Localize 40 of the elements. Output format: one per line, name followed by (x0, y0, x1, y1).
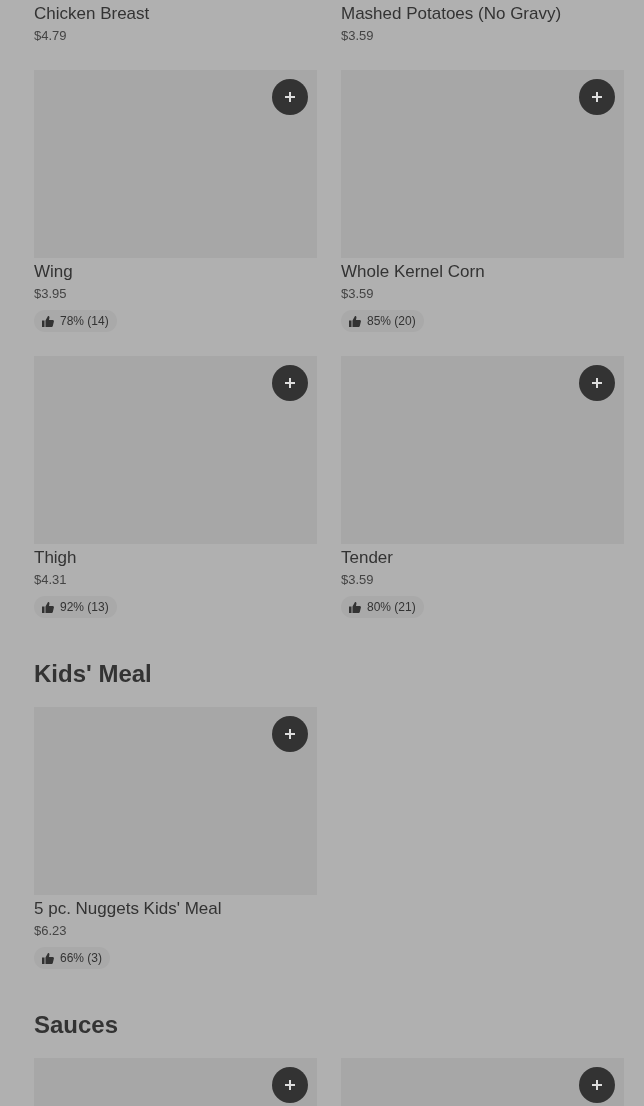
plus-icon (284, 728, 296, 740)
item-price: $4.79 (34, 27, 67, 45)
item-price: $3.59 (341, 571, 374, 589)
thumbs-up-icon (42, 952, 54, 964)
add-button[interactable] (272, 1067, 308, 1103)
item-name: 5 pc. Nuggets Kids' Meal (34, 898, 222, 920)
item-name: Wing (34, 261, 73, 283)
rating-text: 80% (21) (367, 600, 416, 614)
add-button[interactable] (272, 365, 308, 401)
item-name: Chicken Breast (34, 3, 150, 25)
add-button[interactable] (272, 79, 308, 115)
item-price: $6.23 (34, 922, 67, 940)
thumbs-up-icon (42, 315, 54, 327)
add-button[interactable] (579, 365, 615, 401)
item-name: Mashed Potatoes (No Gravy) (341, 3, 562, 25)
item-name: Whole Kernel Corn (341, 261, 485, 283)
thumbs-up-icon (349, 601, 361, 613)
thumbs-up-icon (42, 601, 54, 613)
item-price: $3.59 (341, 285, 374, 303)
plus-icon (591, 1079, 603, 1091)
rating-text: 66% (3) (60, 951, 103, 965)
add-button[interactable] (272, 716, 308, 752)
item-price: $3.95 (34, 285, 67, 303)
plus-icon (591, 377, 603, 389)
add-button[interactable] (579, 79, 615, 115)
plus-icon (284, 1079, 296, 1091)
add-button[interactable] (579, 1067, 615, 1103)
rating-text: 78% (14) (60, 314, 109, 328)
thumbs-up-icon (349, 315, 361, 327)
plus-icon (284, 91, 296, 103)
plus-icon (284, 377, 296, 389)
section-heading: Kids' Meal (34, 659, 153, 689)
item-price: $4.31 (34, 571, 67, 589)
rating-text: 92% (13) (60, 600, 109, 614)
plus-icon (591, 91, 603, 103)
item-price: $3.59 (341, 27, 374, 45)
section-heading: Sauces (34, 1010, 120, 1040)
item-name: Tender (341, 547, 393, 569)
rating-text: 85% (20) (367, 314, 416, 328)
item-name: Thigh (34, 547, 77, 569)
